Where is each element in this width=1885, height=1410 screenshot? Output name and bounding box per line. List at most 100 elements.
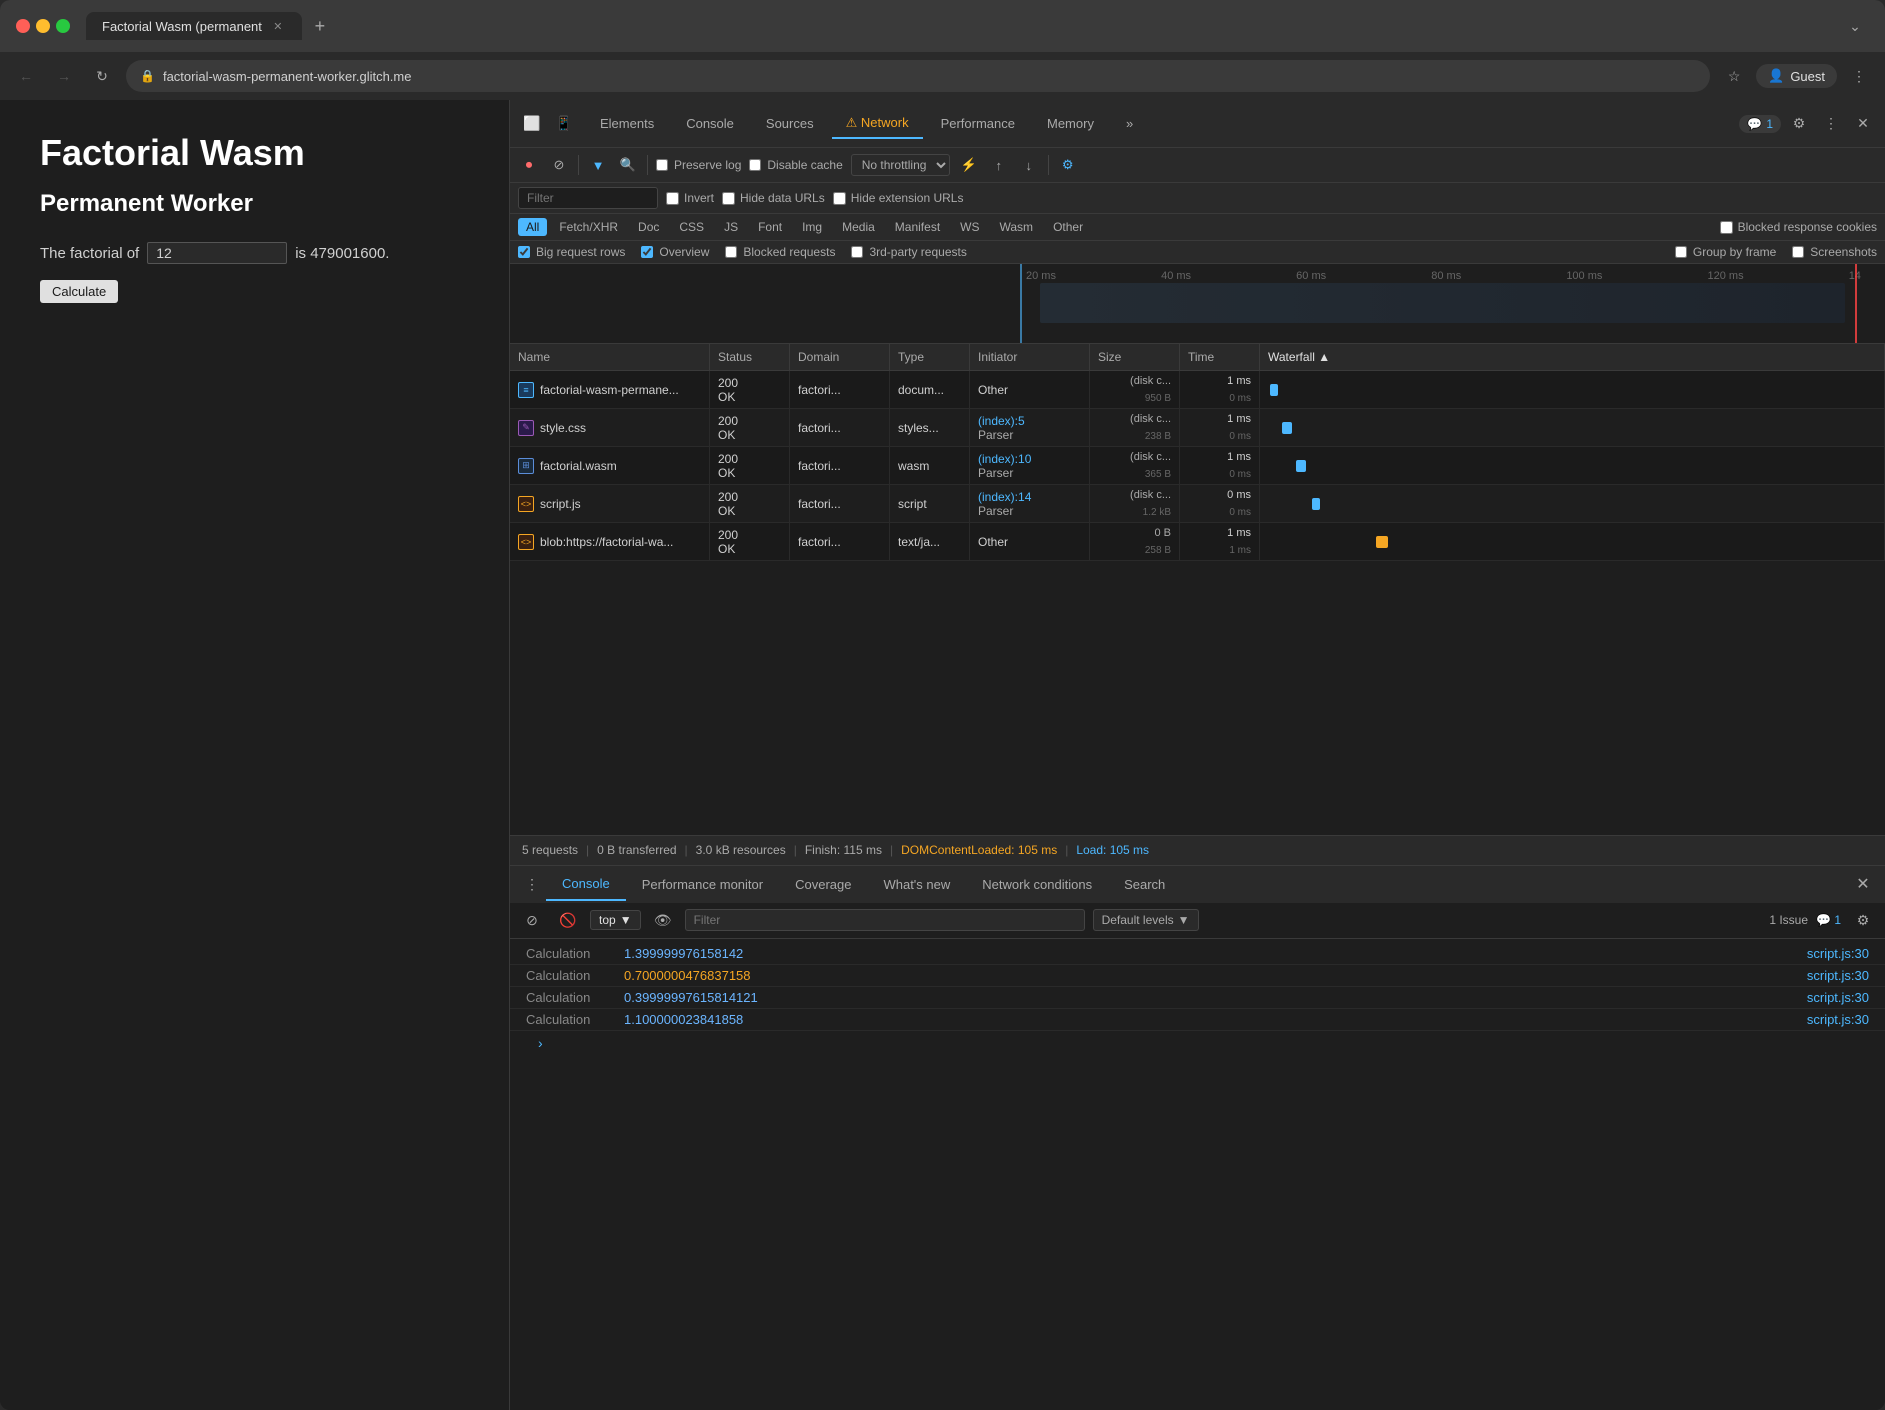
filter-input[interactable]	[518, 187, 658, 209]
disable-cache-checkbox[interactable]	[749, 159, 761, 171]
tab-performance[interactable]: Performance	[927, 110, 1029, 137]
customize-icon[interactable]: ⋮	[1817, 110, 1845, 138]
clear-button[interactable]: ⊘	[548, 154, 570, 176]
console-source-3[interactable]: script.js:30	[1807, 990, 1869, 1005]
type-manifest[interactable]: Manifest	[887, 218, 948, 236]
import-icon[interactable]: ↑	[988, 154, 1010, 176]
th-time[interactable]: Time	[1180, 344, 1260, 370]
type-fetch-xhr[interactable]: Fetch/XHR	[551, 218, 626, 236]
settings-cog-icon[interactable]: ⚙	[1057, 154, 1079, 176]
hide-extension-urls-label[interactable]: Hide extension URLs	[833, 191, 964, 205]
overview-checkbox[interactable]	[641, 246, 653, 258]
export-icon[interactable]: ↓	[1018, 154, 1040, 176]
browser-tab[interactable]: Factorial Wasm (permanent ✕	[86, 12, 302, 40]
table-row[interactable]: <> script.js 200OK factori... script (in…	[510, 485, 1885, 523]
th-type[interactable]: Type	[890, 344, 970, 370]
reload-button[interactable]: ↻	[88, 62, 116, 90]
preserve-log-checkbox[interactable]	[656, 159, 668, 171]
big-rows-checkbox[interactable]	[518, 246, 530, 258]
tab-more[interactable]: »	[1112, 110, 1147, 137]
type-media[interactable]: Media	[834, 218, 883, 236]
tab-network-conditions[interactable]: Network conditions	[966, 869, 1108, 900]
type-img[interactable]: Img	[794, 218, 830, 236]
type-css[interactable]: CSS	[671, 218, 712, 236]
overview-label[interactable]: Overview	[641, 245, 709, 259]
th-size[interactable]: Size	[1090, 344, 1180, 370]
th-initiator[interactable]: Initiator	[970, 344, 1090, 370]
tab-performance-monitor[interactable]: Performance monitor	[626, 869, 779, 900]
console-ban-icon[interactable]: 🚫	[554, 906, 582, 934]
tab-elements[interactable]: Elements	[586, 110, 668, 137]
th-status[interactable]: Status	[710, 344, 790, 370]
tab-sources[interactable]: Sources	[752, 110, 828, 137]
list-item[interactable]: Calculation 0.39999997615814121 script.j…	[510, 987, 1885, 1009]
inspector-icon[interactable]: ⬜	[518, 110, 546, 138]
hide-data-urls-label[interactable]: Hide data URLs	[722, 191, 825, 205]
type-wasm[interactable]: Wasm	[992, 218, 1042, 236]
list-item[interactable]: ›	[510, 1031, 1885, 1055]
type-js[interactable]: JS	[716, 218, 746, 236]
forward-button[interactable]: →	[50, 62, 78, 90]
filter-button[interactable]: ▼	[587, 154, 609, 176]
tab-whats-new[interactable]: What's new	[867, 869, 966, 900]
type-doc[interactable]: Doc	[630, 218, 667, 236]
list-item[interactable]: Calculation 1.100000023841858 script.js:…	[510, 1009, 1885, 1031]
issue-badge[interactable]: 💬 1	[1739, 115, 1781, 133]
url-bar[interactable]: 🔒 factorial-wasm-permanent-worker.glitch…	[126, 60, 1710, 92]
table-row[interactable]: ✎ style.css 200OK factori... styles... (…	[510, 409, 1885, 447]
tab-menu-icon[interactable]: ⌄	[1841, 12, 1869, 40]
invert-label[interactable]: Invert	[666, 191, 714, 205]
type-other[interactable]: Other	[1045, 218, 1091, 236]
expand-icon[interactable]: ›	[526, 1033, 555, 1053]
hide-data-urls-checkbox[interactable]	[722, 192, 735, 205]
table-row[interactable]: <> blob:https://factorial-wa... 200OK fa…	[510, 523, 1885, 561]
blocked-cookies-checkbox[interactable]	[1720, 221, 1733, 234]
third-party-requests-checkbox[interactable]	[851, 246, 863, 258]
list-item[interactable]: Calculation 0.7000000476837158 script.js…	[510, 965, 1885, 987]
console-filter-input[interactable]	[685, 909, 1085, 931]
maximize-button[interactable]	[56, 19, 70, 33]
type-all[interactable]: All	[518, 218, 547, 236]
close-console-panel-button[interactable]: ✕	[1849, 870, 1877, 898]
disable-cache-label[interactable]: Disable cache	[749, 158, 842, 172]
console-source-4[interactable]: script.js:30	[1807, 1012, 1869, 1027]
eye-icon[interactable]: 👁	[649, 906, 677, 934]
preserve-log-label[interactable]: Preserve log	[656, 158, 741, 172]
hide-extension-urls-checkbox[interactable]	[833, 192, 846, 205]
tab-memory[interactable]: Memory	[1033, 110, 1108, 137]
console-menu-icon[interactable]: ⋮	[518, 870, 546, 898]
record-button[interactable]: ⏺	[518, 154, 540, 176]
calculate-button[interactable]: Calculate	[40, 280, 118, 303]
tab-network[interactable]: ⚠ Network	[832, 109, 923, 139]
console-source-2[interactable]: script.js:30	[1807, 968, 1869, 983]
type-font[interactable]: Font	[750, 218, 790, 236]
level-dropdown[interactable]: Default levels ▼	[1093, 909, 1199, 931]
tab-close-button[interactable]: ✕	[270, 18, 286, 34]
console-settings-icon[interactable]: ⚙	[1849, 906, 1877, 934]
back-button[interactable]: ←	[12, 62, 40, 90]
guest-button[interactable]: 👤 Guest	[1756, 64, 1837, 88]
close-button[interactable]	[16, 19, 30, 33]
device-icon[interactable]: 📱	[550, 110, 578, 138]
list-item[interactable]: Calculation 1.399999976158142 script.js:…	[510, 943, 1885, 965]
console-clear-icon[interactable]: ⊘	[518, 906, 546, 934]
type-ws[interactable]: WS	[952, 218, 987, 236]
search-button[interactable]: 🔍	[617, 154, 639, 176]
third-party-requests-label[interactable]: 3rd-party requests	[851, 245, 966, 259]
big-rows-label[interactable]: Big request rows	[518, 245, 625, 259]
screenshots-checkbox[interactable]	[1792, 246, 1804, 258]
tab-coverage[interactable]: Coverage	[779, 869, 867, 900]
th-domain[interactable]: Domain	[790, 344, 890, 370]
settings-icon[interactable]: ⚙	[1785, 110, 1813, 138]
more-options-icon[interactable]: ⋮	[1845, 62, 1873, 90]
top-context-selector[interactable]: top ▼	[590, 910, 641, 930]
invert-checkbox[interactable]	[666, 192, 679, 205]
new-tab-button[interactable]: +	[306, 12, 334, 40]
tab-console[interactable]: Console	[672, 110, 748, 137]
blocked-requests-label[interactable]: Blocked requests	[725, 245, 835, 259]
group-by-frame-checkbox[interactable]	[1675, 246, 1687, 258]
console-source-1[interactable]: script.js:30	[1807, 946, 1869, 961]
screenshots-label[interactable]: Screenshots	[1792, 245, 1877, 259]
network-conditions-icon[interactable]: ⚡	[958, 154, 980, 176]
table-row[interactable]: ≡ factorial-wasm-permane... 200OK factor…	[510, 371, 1885, 409]
